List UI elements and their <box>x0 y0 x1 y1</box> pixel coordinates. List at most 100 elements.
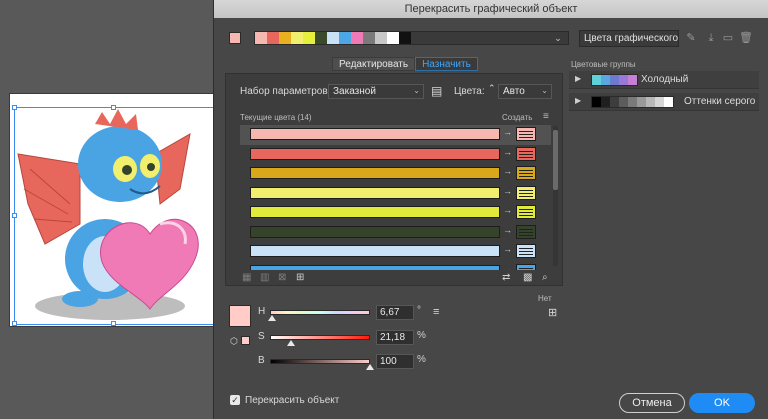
color-row[interactable]: → <box>240 184 551 204</box>
group-swatch[interactable] <box>339 32 351 44</box>
selection-handle[interactable] <box>111 321 116 326</box>
color-library-icon[interactable]: ⊞ <box>548 306 557 319</box>
current-color-bar[interactable] <box>250 186 500 199</box>
new-color-swatch[interactable] <box>516 166 536 180</box>
preset-select[interactable]: Заказной ⌄ <box>328 84 424 99</box>
assign-panel: Набор параметров: Заказной ⌄ ▤ Цвета: ⌃ А… <box>225 73 563 286</box>
expand-triangle-icon[interactable]: ▶ <box>575 96 581 105</box>
eyedropper-icon[interactable]: ✎ <box>684 31 698 45</box>
group-swatch[interactable] <box>327 32 339 44</box>
group-swatch[interactable] <box>267 32 279 44</box>
color-row[interactable]: → <box>240 164 551 184</box>
expand-triangle-icon[interactable]: ▶ <box>575 74 581 83</box>
save-group-icon[interactable]: ⤓ <box>704 31 718 45</box>
arrow-right-icon[interactable]: → <box>503 205 513 215</box>
selection-handle[interactable] <box>12 105 17 110</box>
color-list-scrollbar[interactable] <box>553 126 558 266</box>
selection-handle[interactable] <box>12 321 17 326</box>
new-row-icon[interactable]: ⊞ <box>296 272 304 283</box>
separate-colors-icon[interactable]: ▥ <box>260 272 269 283</box>
group-swatch[interactable] <box>387 32 399 44</box>
color-row[interactable]: → <box>240 145 551 165</box>
arrow-right-icon[interactable]: → <box>503 127 513 137</box>
random-order-icon[interactable]: ⇄ <box>502 272 510 283</box>
recolor-object-checkbox[interactable]: ✓ <box>230 395 240 405</box>
new-color-swatch[interactable] <box>516 224 536 239</box>
arrow-right-icon[interactable]: → <box>503 264 513 271</box>
brightness-slider[interactable] <box>270 359 370 364</box>
group-swatch[interactable] <box>255 32 267 44</box>
hue-input[interactable]: 6,67 <box>376 305 414 320</box>
group-swatch[interactable] <box>363 32 375 44</box>
arrow-right-icon[interactable]: → <box>503 147 513 157</box>
new-color-swatch[interactable] <box>516 263 536 270</box>
tab-assign[interactable]: Назначить <box>415 57 478 71</box>
saturation-input[interactable]: 21,18 <box>376 330 414 345</box>
arrow-right-icon[interactable]: → <box>503 225 513 235</box>
selection-handle[interactable] <box>111 105 116 110</box>
chevron-down-icon[interactable]: ⌄ <box>551 31 565 45</box>
hue-slider-knob[interactable] <box>268 315 276 321</box>
group-color-swatch <box>610 97 619 107</box>
cancel-button[interactable]: Отмена <box>619 393 685 413</box>
current-color-swatch[interactable] <box>229 305 251 327</box>
find-color-icon[interactable]: ⌕ <box>542 272 548 283</box>
merge-colors-icon[interactable]: ▦ <box>242 272 251 283</box>
new-color-swatch[interactable] <box>516 185 536 200</box>
group-color-swatch <box>619 75 628 85</box>
color-group-cool[interactable]: ▶ Холодный <box>569 71 759 89</box>
new-color-swatch[interactable] <box>516 146 536 161</box>
hue-slider[interactable] <box>270 310 370 315</box>
color-row[interactable]: → <box>240 262 551 271</box>
stepper-icon[interactable]: ⌃ <box>488 83 496 94</box>
selection-bounding-box[interactable] <box>12 105 214 326</box>
colors-count-select[interactable]: Авто ⌄ <box>498 84 552 99</box>
group-swatch[interactable] <box>399 32 411 44</box>
new-folder-icon[interactable]: ▭ <box>721 31 735 45</box>
colors-label: Цвета: <box>454 86 485 97</box>
cube-icon[interactable]: ⬡ <box>230 336 238 347</box>
group-swatch[interactable] <box>303 32 315 44</box>
color-row[interactable]: → <box>240 242 551 262</box>
color-group-grayscale[interactable]: ▶ Оттенки серого <box>569 93 759 111</box>
current-color-bar[interactable] <box>250 167 500 179</box>
color-row[interactable]: → <box>240 223 551 243</box>
color-group-name-field[interactable]: Цвета графического о <box>579 30 679 47</box>
new-color-swatch[interactable] <box>516 127 536 141</box>
arrow-right-icon[interactable]: → <box>503 166 513 176</box>
current-color-bar[interactable] <box>250 206 500 218</box>
active-group-swatch[interactable] <box>229 32 241 44</box>
trash-icon[interactable]: 🗑 <box>739 31 753 45</box>
saturation-slider[interactable] <box>270 335 370 340</box>
arrow-right-icon[interactable]: → <box>503 186 513 196</box>
current-color-bar[interactable] <box>250 245 500 257</box>
exclude-colors-icon[interactable]: ⊠ <box>278 272 286 283</box>
list-menu-icon[interactable]: ≡ <box>543 111 549 122</box>
random-saturation-icon[interactable]: ▩ <box>523 272 532 283</box>
group-swatch[interactable] <box>315 32 327 44</box>
tab-edit[interactable]: Редактировать <box>332 57 416 71</box>
color-row[interactable]: → <box>240 125 551 145</box>
current-color-bar[interactable] <box>250 128 500 140</box>
current-color-bar[interactable] <box>250 147 500 160</box>
color-row[interactable]: → <box>240 203 551 223</box>
color-group-strip[interactable] <box>254 31 569 45</box>
group-swatch[interactable] <box>351 32 363 44</box>
group-swatch[interactable] <box>375 32 387 44</box>
current-color-bar[interactable] <box>250 264 500 270</box>
ok-button[interactable]: OK <box>689 393 755 413</box>
group-swatch[interactable] <box>291 32 303 44</box>
hsb-menu-icon[interactable]: ≡ <box>433 306 439 318</box>
new-color-swatch[interactable] <box>516 244 536 258</box>
colors-count-value: Авто <box>503 86 525 97</box>
saturation-slider-knob[interactable] <box>287 340 295 346</box>
current-color-bar[interactable] <box>250 225 500 238</box>
arrow-right-icon[interactable]: → <box>503 244 513 254</box>
scrollbar-thumb[interactable] <box>553 130 558 190</box>
selection-handle[interactable] <box>12 213 17 218</box>
group-swatch[interactable] <box>279 32 291 44</box>
new-color-swatch[interactable] <box>516 205 536 219</box>
preset-options-icon[interactable]: ▤ <box>431 84 442 98</box>
brightness-input[interactable]: 100 <box>376 354 414 369</box>
brightness-slider-knob[interactable] <box>366 364 374 370</box>
